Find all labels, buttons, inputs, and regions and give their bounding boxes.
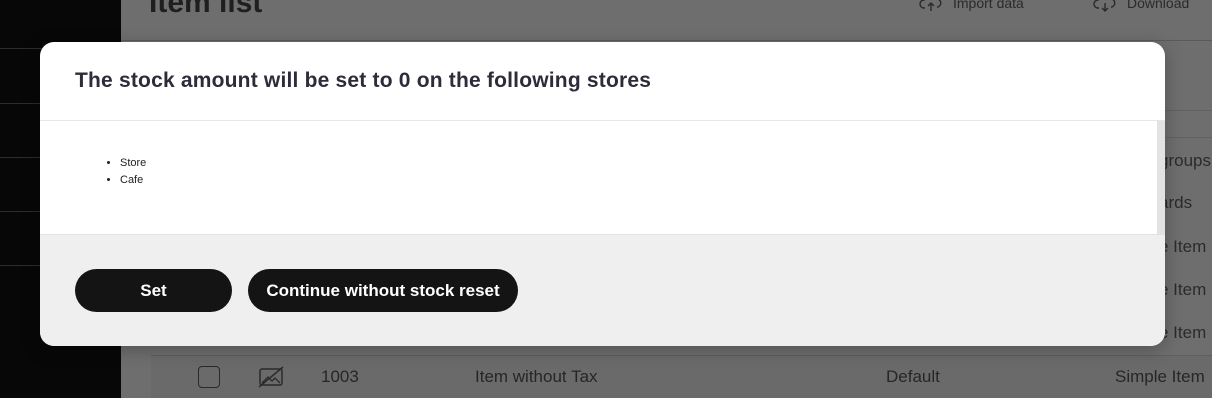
row-name: Item without Tax: [475, 367, 598, 386]
row-checkbox[interactable]: [198, 366, 220, 388]
dialog-footer: Set Continue without stock reset: [40, 234, 1165, 346]
scrollbar[interactable]: [1157, 121, 1165, 234]
list-item: Cafe: [120, 172, 1165, 189]
no-image-icon: [258, 366, 284, 388]
download-button[interactable]: Download: [1093, 0, 1189, 12]
cloud-upload-icon: [919, 0, 942, 11]
page-title: Item list: [149, 0, 263, 19]
list-item: Store: [120, 155, 1165, 172]
header-divider: [121, 40, 1212, 41]
right-column-text: e Item: [1159, 323, 1207, 342]
row-group: Default: [886, 367, 940, 386]
table-row[interactable]: 1003 Item without Tax Default Simple Ite…: [151, 355, 1212, 398]
row-type: Simple Item: [1115, 367, 1205, 386]
continue-without-stock-reset-button[interactable]: Continue without stock reset: [248, 269, 518, 312]
right-column-text: e Item: [1159, 280, 1207, 299]
dialog-header: The stock amount will be set to 0 on the…: [40, 42, 1165, 121]
cloud-download-icon: [1093, 0, 1116, 12]
row-code: 1003: [321, 367, 359, 386]
download-label: Download: [1127, 0, 1190, 11]
dialog-title: The stock amount will be set to 0 on the…: [75, 69, 652, 92]
import-data-button[interactable]: Import data: [919, 0, 1024, 12]
stock-reset-dialog: The stock amount will be set to 0 on the…: [40, 42, 1165, 346]
set-button[interactable]: Set: [75, 269, 232, 312]
import-data-label: Import data: [953, 0, 1024, 11]
dialog-body: Store Cafe: [40, 121, 1165, 234]
right-column-text: groups: [1159, 151, 1211, 170]
right-column-text: e Item: [1159, 237, 1207, 256]
store-list: Store Cafe: [120, 155, 1165, 189]
